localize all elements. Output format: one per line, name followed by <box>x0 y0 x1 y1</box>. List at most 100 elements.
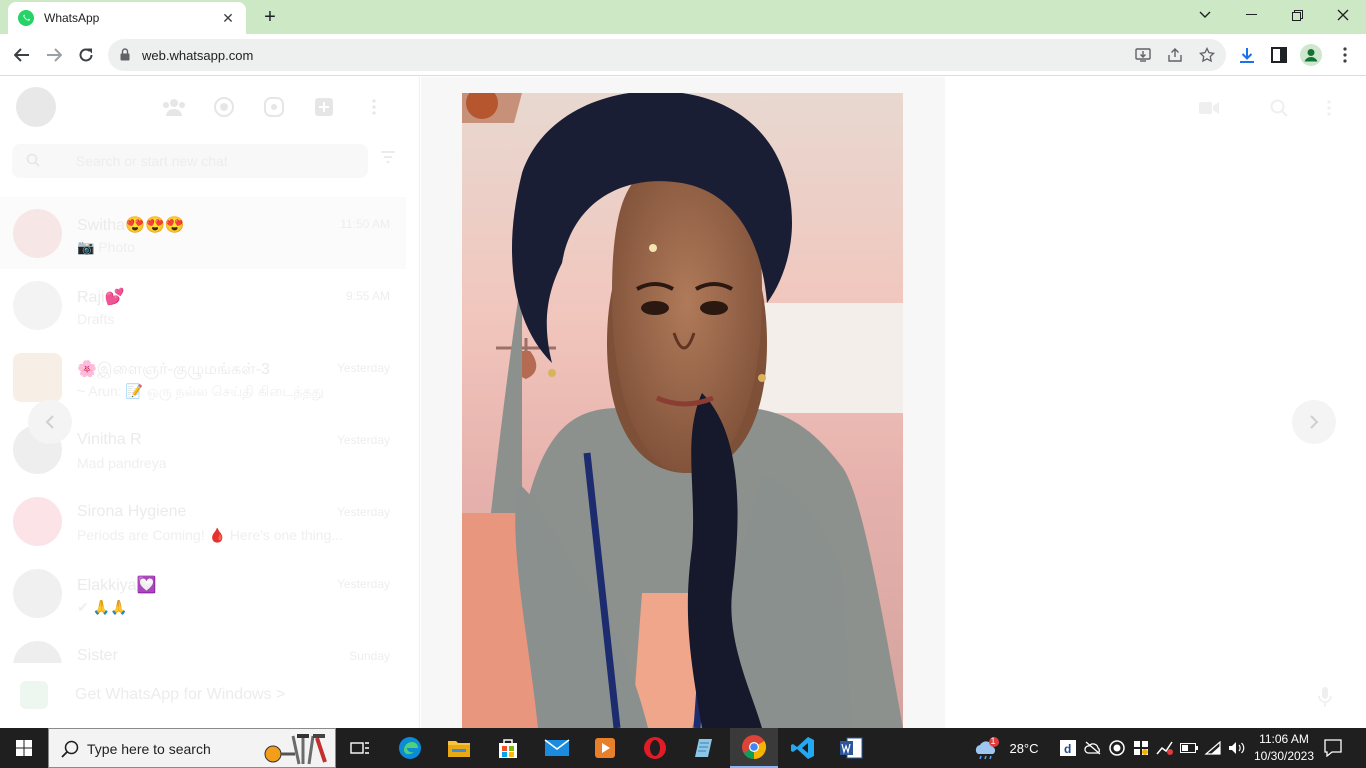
close-window-button[interactable] <box>1320 0 1366 30</box>
side-panel-icon[interactable] <box>1268 44 1290 66</box>
avatar[interactable] <box>16 87 56 127</box>
chat-list-item[interactable]: Raji💕 Drafts 9:55 AM <box>0 269 406 341</box>
cloud-offline-icon[interactable] <box>1082 728 1104 768</box>
volume-icon[interactable] <box>1226 728 1248 768</box>
chat-name: Elakkiya💟 <box>77 577 157 594</box>
clock-time: 11:06 AM <box>1259 732 1309 746</box>
new-chat-icon[interactable] <box>312 95 336 119</box>
previous-media-button[interactable] <box>28 400 72 444</box>
chat-list-item[interactable]: Sister Sunday <box>0 629 406 663</box>
reload-button[interactable] <box>73 42 99 68</box>
mail-icon[interactable] <box>533 728 581 768</box>
restore-button[interactable] <box>1274 0 1320 30</box>
chat-last-message: ✔ 🙏🙏 <box>77 599 128 615</box>
media-player-icon[interactable] <box>581 728 629 768</box>
chat-last-message: Drafts <box>77 311 115 327</box>
chat-time: 11:50 AM <box>340 217 390 231</box>
chat-last-message: Mad pandreya <box>77 455 167 471</box>
minimize-button[interactable] <box>1228 0 1274 30</box>
chat-time: 9:55 AM <box>345 289 390 303</box>
portrait-photo <box>462 93 903 728</box>
avatar <box>13 497 62 546</box>
notifications-icon[interactable] <box>1322 728 1344 768</box>
back-button[interactable] <box>9 42 35 68</box>
address-bar[interactable]: web.whatsapp.com <box>108 39 1226 71</box>
record-icon[interactable] <box>1106 728 1128 768</box>
chat-time: Yesterday <box>337 577 390 591</box>
url-text[interactable]: web.whatsapp.com <box>142 48 253 63</box>
system-clock[interactable]: 11:06 AM 10/30/2023 <box>1246 731 1322 765</box>
chat-time: Yesterday <box>337 505 390 519</box>
sidebar-header <box>0 77 420 137</box>
search-icon <box>26 153 40 172</box>
chat-name: Switha😍😍😍 <box>77 217 185 234</box>
notepad-icon[interactable] <box>680 728 728 768</box>
whatsapp-icon <box>18 10 34 26</box>
get-whatsapp-banner[interactable]: Get WhatsApp for Windows > <box>0 675 420 715</box>
file-explorer-icon[interactable] <box>435 728 483 768</box>
more-menu-icon[interactable] <box>1334 44 1356 66</box>
close-icon[interactable]: ✕ <box>220 10 236 26</box>
dell-icon[interactable]: d <box>1058 728 1078 768</box>
get-whatsapp-link[interactable]: Get WhatsApp for Windows > <box>75 686 285 704</box>
search-placeholder: Search or start new chat <box>76 153 228 169</box>
chrome-icon[interactable] <box>730 728 778 768</box>
chat-time: Yesterday <box>337 361 390 375</box>
weather-temperature[interactable]: 28°C <box>1004 728 1044 768</box>
download-icon[interactable] <box>1236 44 1258 66</box>
avatar <box>13 353 62 402</box>
microsoft-store-icon[interactable] <box>484 728 532 768</box>
browser-tab-whatsapp[interactable]: WhatsApp ✕ <box>8 2 246 34</box>
bookmark-star-icon[interactable] <box>1198 46 1216 64</box>
photo-preview[interactable] <box>462 93 903 728</box>
chat-list-item[interactable]: Switha😍😍😍 📷 Photo 11:50 AM <box>0 197 406 269</box>
chat-last-message: 📷 Photo <box>77 239 135 255</box>
avatar <box>13 641 62 663</box>
chat-name: Raji💕 <box>77 289 125 306</box>
start-button[interactable] <box>0 728 48 768</box>
new-tab-button[interactable]: + <box>258 6 282 28</box>
chat-name: Sirona Hygiene <box>77 503 187 520</box>
microphone-icon[interactable] <box>1318 686 1332 713</box>
install-app-icon[interactable] <box>1134 46 1152 64</box>
task-view-icon[interactable] <box>336 728 384 768</box>
browser-toolbar: web.whatsapp.com <box>0 34 1366 76</box>
status-icon[interactable] <box>212 95 236 119</box>
chat-time: Sunday <box>349 649 390 663</box>
battery-icon[interactable] <box>1178 728 1200 768</box>
weather-icon[interactable]: 1 <box>972 728 1002 768</box>
svg-text:d: d <box>1064 742 1071 756</box>
chevron-down-icon[interactable] <box>1182 0 1228 30</box>
vscode-icon[interactable] <box>779 728 827 768</box>
lock-icon[interactable] <box>120 48 130 66</box>
communities-icon[interactable] <box>162 95 186 119</box>
taskbar-search-placeholder: Type here to search <box>87 741 211 757</box>
forward-button[interactable] <box>41 42 67 68</box>
network-activity-icon[interactable] <box>1154 728 1176 768</box>
profile-avatar-icon[interactable] <box>1300 44 1322 66</box>
chat-list-item[interactable]: Elakkiya💟 ✔ 🙏🙏 Yesterday <box>0 557 406 629</box>
menu-icon[interactable] <box>362 95 386 119</box>
search-input[interactable]: Search or start new chat <box>12 144 368 178</box>
taskbar-search-input[interactable]: Type here to search <box>48 728 336 768</box>
chat-name: Sister <box>77 647 118 663</box>
menu-icon[interactable] <box>1318 97 1340 119</box>
video-call-icon[interactable] <box>1198 97 1220 119</box>
filter-icon[interactable] <box>380 150 396 169</box>
share-icon[interactable] <box>1166 46 1184 64</box>
avatar <box>13 569 62 618</box>
windows-taskbar: Type here to search 1 28°C d 11:06 AM 10… <box>0 728 1366 768</box>
weather-badge-count: 1 <box>990 736 996 746</box>
chat-name: Vinitha R <box>77 431 142 448</box>
avatar <box>13 209 62 258</box>
search-icon[interactable] <box>1268 97 1290 119</box>
next-media-button[interactable] <box>1292 400 1336 444</box>
chat-list-item[interactable]: Sirona Hygiene Periods are Coming! 🩸 Her… <box>0 485 406 557</box>
edge-icon[interactable] <box>386 728 434 768</box>
opera-icon[interactable] <box>631 728 679 768</box>
channels-icon[interactable] <box>262 95 286 119</box>
word-icon[interactable] <box>827 728 875 768</box>
security-icon[interactable] <box>1130 728 1152 768</box>
wifi-icon[interactable] <box>1202 728 1224 768</box>
chat-name: 🌸இளைஞர்-குழுமங்கள்-3 <box>77 361 270 378</box>
